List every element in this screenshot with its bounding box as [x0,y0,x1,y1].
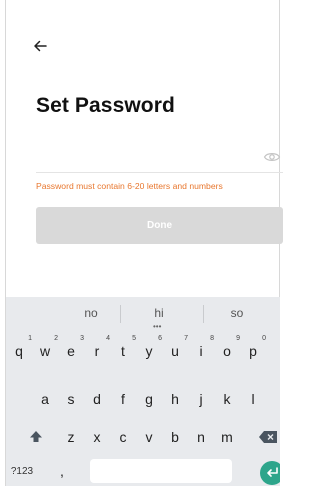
key-e[interactable]: e3 [58,335,84,365]
suggestion-divider [203,305,204,323]
symbols-key[interactable]: ?123 [6,459,38,483]
key-d[interactable]: d [84,385,110,413]
app-screen: Set Password Password must contain 6-20 … [0,0,283,486]
key-s[interactable]: s [58,385,84,413]
page-title: Set Password [36,94,175,117]
key-r[interactable]: r4 [84,335,110,365]
enter-icon[interactable] [260,461,280,485]
key-q[interactable]: q1 [6,335,32,365]
key-p[interactable]: p0 [240,335,266,365]
suggestion-strip: no hi ••• so [6,297,280,331]
key-v[interactable]: v [136,423,162,451]
shift-icon[interactable] [24,423,48,451]
key-f[interactable]: f [110,385,136,413]
password-hint: Password must contain 6-20 letters and n… [36,181,223,191]
key-w[interactable]: w2 [32,335,58,365]
soft-keyboard: no hi ••• so q1 w2 e3 r4 t5 y6 u7 i8 o9 … [6,297,280,486]
space-bar[interactable] [90,459,232,483]
key-z[interactable]: z [58,423,84,451]
key-k[interactable]: k [214,385,240,413]
key-a[interactable]: a [32,385,58,413]
key-j[interactable]: j [188,385,214,413]
comma-key[interactable]: , [42,459,82,483]
password-input[interactable] [36,146,280,170]
key-n[interactable]: n [188,423,214,451]
suggestion-divider [120,305,121,323]
password-underline [36,172,283,173]
key-u[interactable]: u7 [162,335,188,365]
key-h[interactable]: h [162,385,188,413]
key-o[interactable]: o9 [214,335,240,365]
done-button[interactable]: Done [36,207,283,244]
suggestion-3[interactable]: so [222,306,252,320]
more-suggestions-icon[interactable]: ••• [153,323,161,331]
key-x[interactable]: x [84,423,110,451]
key-m[interactable]: m [214,423,240,451]
key-t[interactable]: t5 [110,335,136,365]
key-i[interactable]: i8 [188,335,214,365]
key-g[interactable]: g [136,385,162,413]
key-b[interactable]: b [162,423,188,451]
key-l[interactable]: l [240,385,266,413]
backspace-icon[interactable] [256,423,280,451]
back-arrow-icon[interactable] [30,36,50,56]
suggestion-1[interactable]: no [76,306,106,320]
key-c[interactable]: c [110,423,136,451]
key-y[interactable]: y6 [136,335,163,365]
suggestion-2[interactable]: hi [144,306,174,320]
show-password-eye-icon[interactable] [263,150,281,164]
